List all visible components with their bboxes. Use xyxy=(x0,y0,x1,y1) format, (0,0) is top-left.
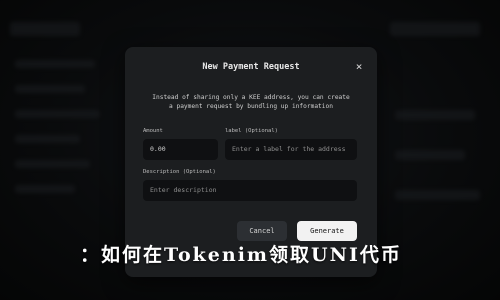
address-label-label: label (Optional) xyxy=(225,128,278,134)
dialog-title: New Payment Request xyxy=(202,62,300,72)
description-field[interactable]: Enter description xyxy=(143,180,357,201)
generate-button[interactable]: Generate xyxy=(297,221,357,241)
amount-label: Amount xyxy=(143,128,163,134)
dialog-description-line: a payment request by bundling up informa… xyxy=(169,103,333,110)
dialog-description: Instead of sharing only a KEE address, y… xyxy=(145,93,357,111)
cancel-button[interactable]: Cancel xyxy=(237,221,287,241)
amount-field[interactable]: 0.00 xyxy=(143,139,218,160)
close-icon[interactable]: × xyxy=(353,61,365,73)
screenshot-stage: New Payment Request × Instead of sharing… xyxy=(0,0,500,300)
caption-text: ：如何在Tokenim领取UNI代币 xyxy=(80,244,402,266)
description-label: Description (Optional) xyxy=(143,169,216,175)
dialog-description-line: Instead of sharing only a KEE address, y… xyxy=(152,94,350,101)
address-label-field[interactable]: Enter a label for the address xyxy=(225,139,357,160)
